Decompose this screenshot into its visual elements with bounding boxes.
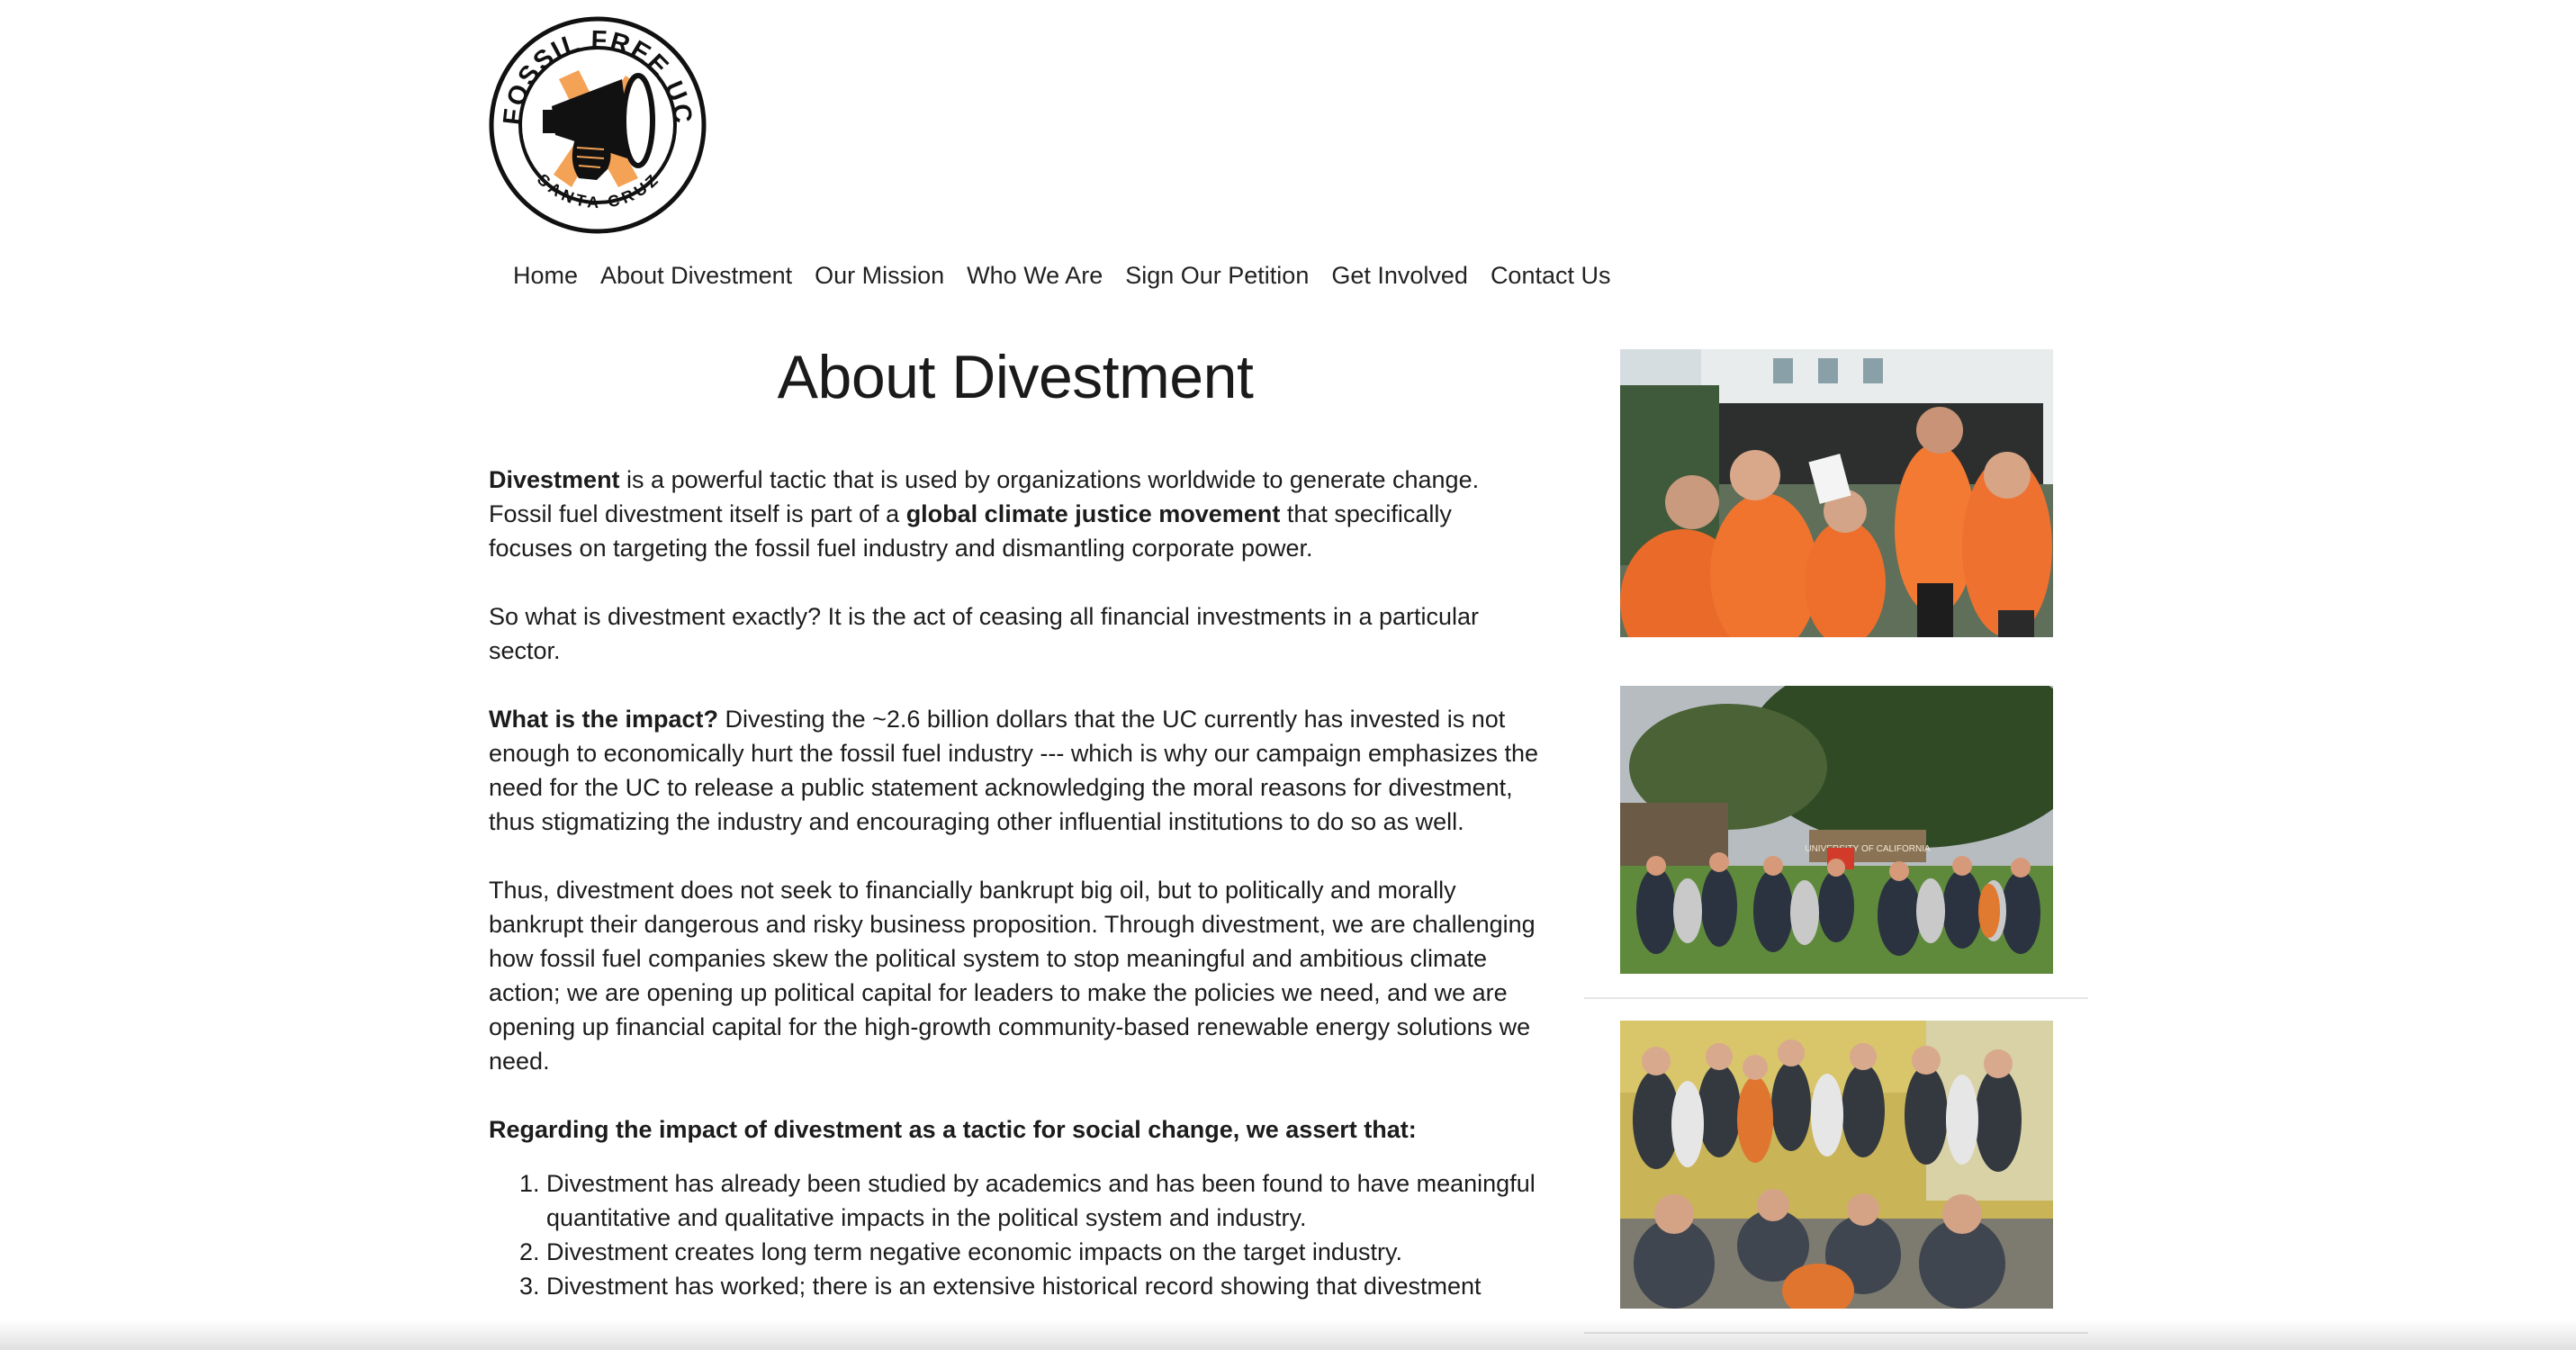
page-title: About Divestment — [777, 343, 1254, 411]
intro-paragraph: Divestment is a powerful tactic that is … — [489, 463, 1542, 565]
list-item: Divestment has worked; there is an exten… — [546, 1269, 1542, 1303]
photo-group-meeting — [1620, 1021, 2053, 1309]
site-logo[interactable]: FOSSIL FREE UC SANTA CRUZ — [489, 16, 707, 235]
main-nav: Home About Divestment Our Mission Who We… — [513, 257, 1611, 293]
nav-sign-our-petition[interactable]: Sign Our Petition — [1125, 257, 1309, 293]
movement-term: global climate justice movement — [905, 500, 1281, 527]
assertion-heading: Regarding the impact of divestment as a … — [489, 1116, 1417, 1143]
bankrupt-paragraph: Thus, divestment does not seek to financ… — [489, 877, 1536, 1075]
nav-home[interactable]: Home — [513, 257, 578, 293]
photo-protest-students — [1620, 349, 2053, 637]
fossil-free-uc-logo: FOSSIL FREE UC SANTA CRUZ — [489, 16, 707, 234]
nav-about-divestment[interactable]: About Divestment — [600, 257, 792, 293]
list-item: Divestment creates long term negative ec… — [546, 1235, 1542, 1269]
divestment-term: Divestment — [489, 466, 620, 493]
bottom-shadow — [0, 1319, 2576, 1350]
main-content: Divestment is a powerful tactic that is … — [489, 463, 1542, 1303]
impact-paragraph: What is the impact? Divesting the ~2.6 b… — [489, 702, 1542, 839]
list-item: Divestment has already been studied by a… — [546, 1166, 1542, 1235]
assertion-list: Divestment has already been studied by a… — [489, 1166, 1542, 1303]
campus-sign-text: UNIVERSITY OF CALIFORNIA — [1805, 844, 1931, 854]
nav-who-we-are[interactable]: Who We Are — [967, 257, 1103, 293]
impact-heading: What is the impact? — [489, 706, 719, 733]
sidebar-divider — [1584, 997, 2088, 999]
nav-contact-us[interactable]: Contact Us — [1491, 257, 1611, 293]
nav-get-involved[interactable]: Get Involved — [1331, 257, 1468, 293]
definition-paragraph: So what is divestment exactly? It is the… — [489, 603, 1480, 664]
nav-our-mission[interactable]: Our Mission — [815, 257, 944, 293]
photo-campus-rally: UNIVERSITY OF CALIFORNIA — [1620, 686, 2053, 974]
